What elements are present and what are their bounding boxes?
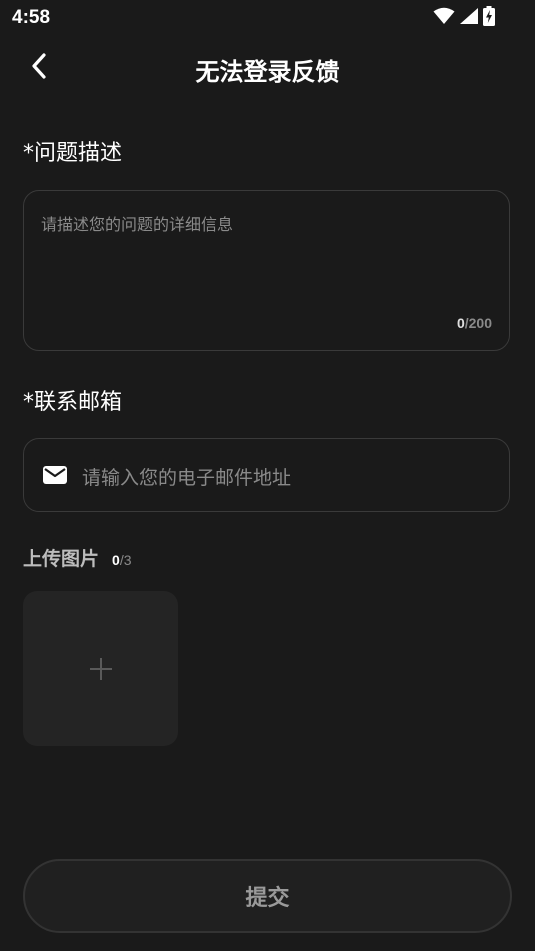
description-label: *问题描述 (23, 141, 123, 166)
email-placeholder: 请输入您的电子邮件地址 (82, 467, 292, 489)
upload-count: 0/3 (112, 552, 131, 568)
description-textarea[interactable]: 请描述您的问题的详细信息 0/200 (23, 190, 510, 351)
email-field[interactable]: 请输入您的电子邮件地址 (23, 438, 510, 512)
upload-header: 上传图片 0/3 (23, 544, 132, 571)
status-icons (433, 6, 495, 30)
battery-charging-icon (483, 6, 495, 30)
description-placeholder: 请描述您的问题的详细信息 (41, 215, 234, 234)
char-counter-max: /200 (464, 315, 492, 331)
nav-bar: 无法登录反馈 (0, 40, 535, 96)
plus-icon (89, 657, 113, 685)
signal-icon (459, 7, 479, 29)
email-label: *联系邮箱 (23, 390, 123, 415)
submit-button[interactable]: 提交 (23, 859, 512, 933)
upload-count-current: 0 (112, 552, 120, 568)
page-title: 无法登录反馈 (195, 58, 340, 86)
upload-count-max: /3 (119, 552, 132, 568)
submit-label: 提交 (245, 886, 290, 911)
wifi-icon (433, 7, 455, 29)
char-counter: 0/200 (457, 315, 492, 331)
status-time: 4:58 (12, 7, 51, 28)
char-counter-current: 0 (456, 315, 465, 331)
status-bar: 4:58 (0, 0, 535, 36)
upload-label: 上传图片 (23, 548, 100, 570)
mail-icon (42, 464, 68, 490)
add-image-button[interactable] (23, 591, 178, 746)
